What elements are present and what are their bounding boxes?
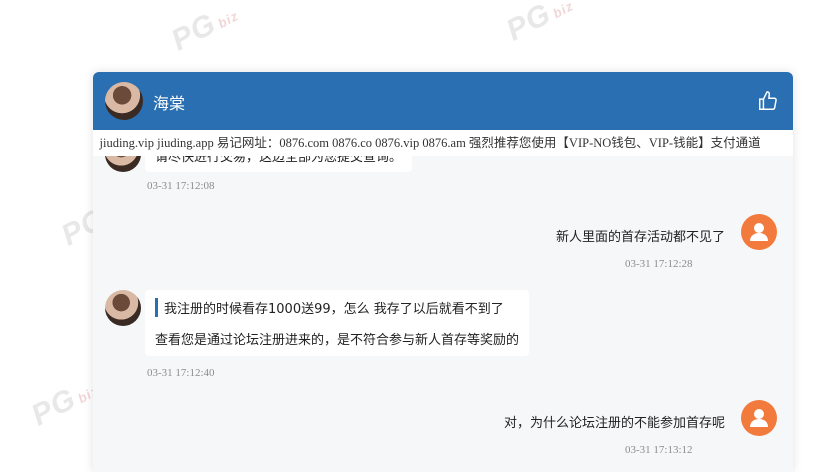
message-bubble: 对，为什么论坛注册的不能参加首存呢 xyxy=(493,405,735,438)
watermark: PGbiz xyxy=(501,0,576,48)
watermark: PGbiz xyxy=(26,381,101,433)
thumbs-up-icon[interactable] xyxy=(757,90,779,112)
message-list: 请尽快进行交易，这边全部为您提交查询。 03-31 17:12:08 新人里面的… xyxy=(93,156,793,472)
chat-window: 海棠 ：jiuding.vip jiuding.app 易记网址：0876.co… xyxy=(93,72,793,472)
user-icon xyxy=(750,223,768,241)
message-bubble: 新人里面的首存活动都不见了 xyxy=(545,219,735,252)
agent-avatar xyxy=(105,82,143,120)
reply-text: 查看您是通过论坛注册进来的，是不符合参与新人首存等奖励的 xyxy=(155,333,520,348)
user-avatar xyxy=(741,400,777,436)
message-bubble: 我注册的时候看存1000送99，怎么 我存了以后就看不到了 查看您是通过论坛注册… xyxy=(145,290,530,356)
chat-title: 海棠 xyxy=(153,94,186,113)
agent-avatar xyxy=(105,290,141,326)
message-bubble: 请尽快进行交易，这边全部为您提交查询。 xyxy=(145,156,413,172)
agent-avatar xyxy=(105,156,141,172)
message-timestamp: 03-31 17:13:12 xyxy=(625,444,693,456)
watermark: PGbiz xyxy=(166,6,241,58)
message-timestamp: 03-31 17:12:40 xyxy=(147,367,215,379)
message-timestamp: 03-31 17:12:08 xyxy=(147,180,215,192)
user-icon xyxy=(750,409,768,427)
user-avatar xyxy=(741,214,777,250)
chat-header: 海棠 xyxy=(93,72,793,130)
announcement-ticker: ：jiuding.vip jiuding.app 易记网址：0876.com 0… xyxy=(93,130,793,156)
message-timestamp: 03-31 17:12:28 xyxy=(625,258,693,270)
quoted-message: 我注册的时候看存1000送99，怎么 我存了以后就看不到了 xyxy=(155,298,519,317)
